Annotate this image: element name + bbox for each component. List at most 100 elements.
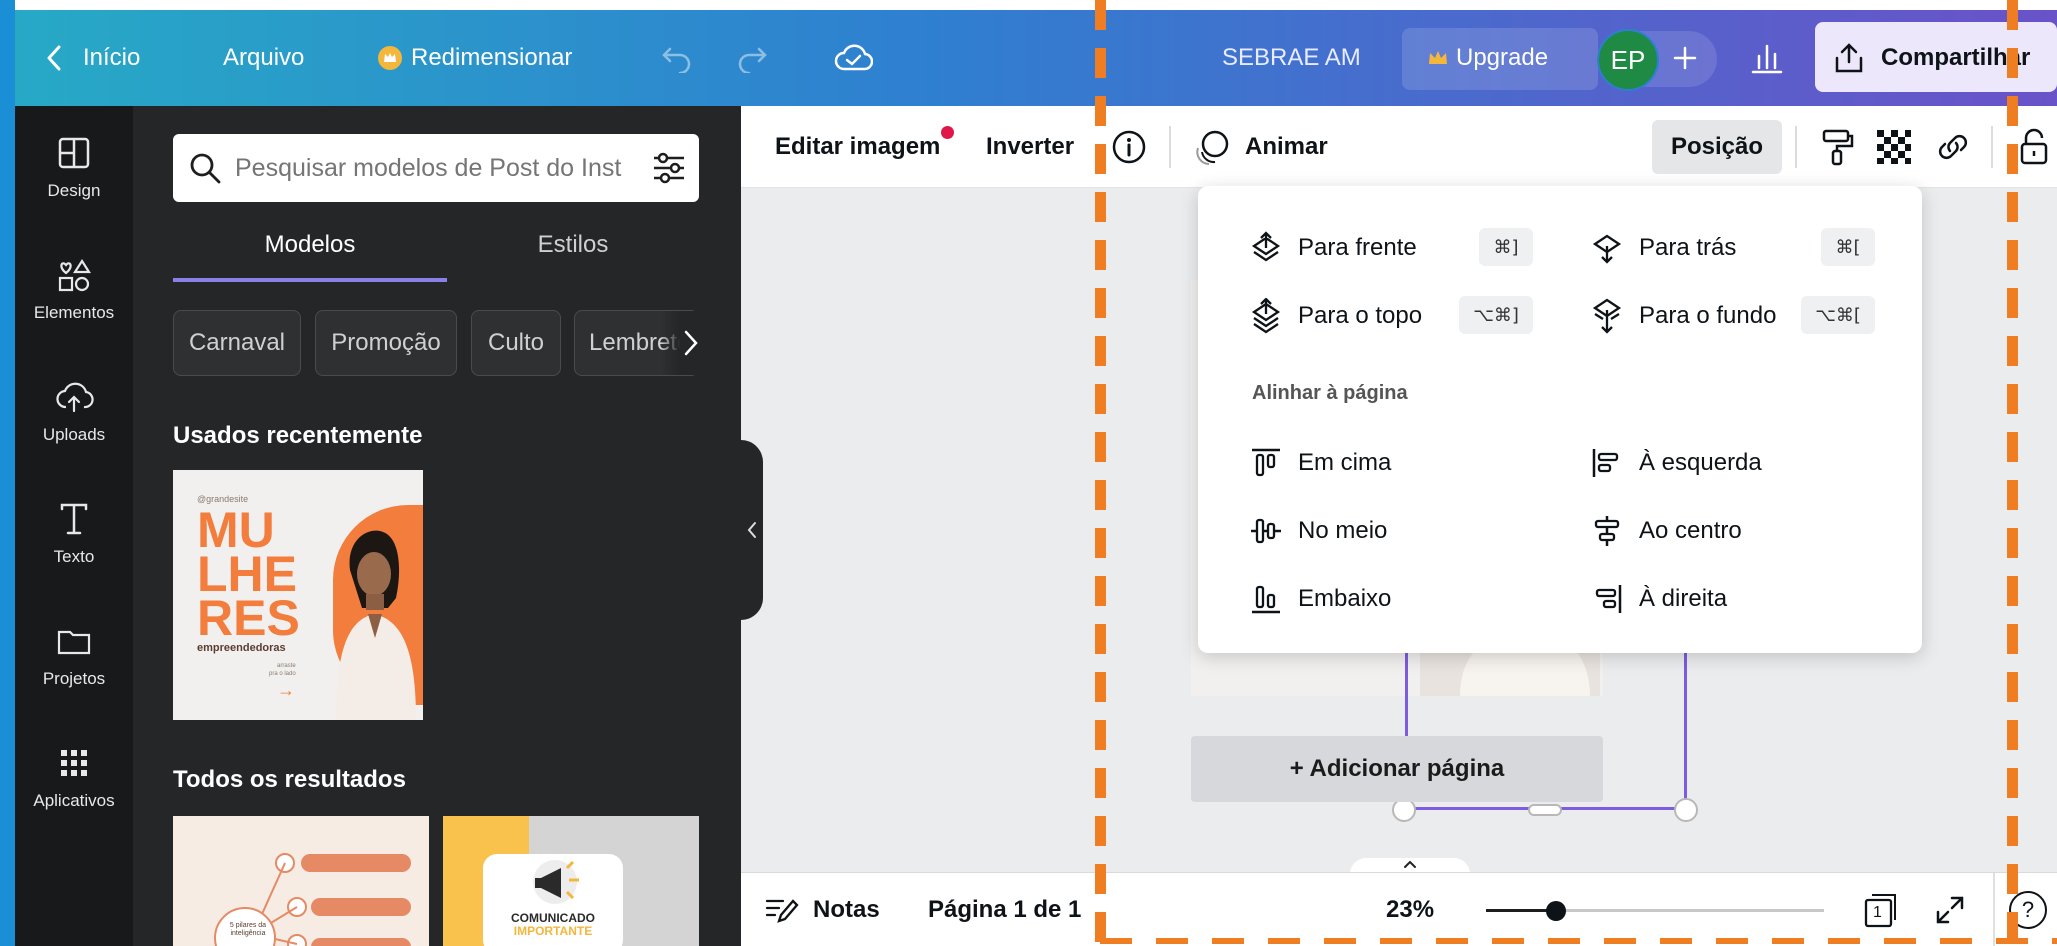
- notes-button[interactable]: Notas: [765, 873, 880, 946]
- align-left-item[interactable]: À esquerda: [1589, 441, 1762, 485]
- file-menu-label: Arquivo: [223, 44, 305, 71]
- menu-item-label: Para frente: [1298, 234, 1417, 261]
- team-name[interactable]: SEBRAE AM: [1222, 10, 1361, 106]
- recent-template-thumbnail[interactable]: @grandesite MU LHE RES empreendedoras ar…: [173, 470, 423, 720]
- tab-label: Estilos: [537, 231, 609, 258]
- help-label: ?: [2021, 897, 2035, 922]
- rail-item-uploads[interactable]: Uploads: [15, 350, 133, 472]
- tab-templates[interactable]: Modelos: [173, 220, 447, 270]
- rail-item-apps[interactable]: Aplicativos: [15, 716, 133, 838]
- chip-culto[interactable]: Culto: [471, 310, 561, 376]
- result-caption: COMUNICADO IMPORTANTE: [483, 912, 623, 938]
- add-page-label: + Adicionar página: [1289, 755, 1505, 782]
- template-headline: MU LHE RES: [197, 505, 300, 643]
- page-grid-button[interactable]: 1: [1863, 873, 1899, 946]
- align-right-item[interactable]: À direita: [1589, 577, 1727, 621]
- caption-line: IMPORTANTE: [513, 924, 593, 938]
- team-name-label: SEBRAE AM: [1222, 44, 1361, 71]
- zoom-value[interactable]: 23%: [1386, 873, 1434, 946]
- resize-handle[interactable]: [1674, 798, 1698, 822]
- avatar[interactable]: EP: [1597, 29, 1659, 91]
- resize-handle[interactable]: [1528, 804, 1562, 816]
- cloud-save-status[interactable]: [833, 10, 873, 106]
- folder-icon: [54, 621, 94, 661]
- small-line: pra o lado: [269, 671, 296, 677]
- chip-promocao[interactable]: Promoção: [315, 310, 457, 376]
- animate-button[interactable]: Animar: [1193, 106, 1328, 188]
- flip-button[interactable]: Inverter: [986, 106, 1074, 188]
- rail-label: Design: [47, 181, 101, 200]
- zoom-slider-thumb[interactable]: [1545, 901, 1566, 921]
- help-button[interactable]: ?: [2009, 891, 2047, 929]
- paint-roller-icon: [1819, 128, 1855, 166]
- avatar-initials: EP: [1610, 44, 1646, 75]
- result-template-thumbnail[interactable]: 5 pilares da inteligência: [173, 816, 429, 946]
- bring-forward-item[interactable]: Para frente: [1248, 226, 1417, 270]
- recent-section-title: Usados recentemente: [173, 422, 423, 449]
- edit-image-button[interactable]: Editar imagem: [775, 106, 940, 188]
- rail-item-design[interactable]: Design: [15, 106, 133, 228]
- insights-button[interactable]: [1750, 10, 1784, 106]
- link-button[interactable]: [1935, 106, 1971, 188]
- invite-button[interactable]: [1673, 10, 1697, 106]
- align-bottom-item[interactable]: Embaixo: [1248, 577, 1391, 621]
- tab-styles[interactable]: Estilos: [447, 220, 699, 270]
- redo-button[interactable]: [735, 10, 769, 106]
- animate-label: Animar: [1245, 133, 1328, 160]
- cloud-upload-icon: [54, 377, 94, 417]
- menu-item-label: À direita: [1639, 585, 1728, 612]
- search-box: [173, 134, 699, 202]
- copy-style-button[interactable]: [1819, 106, 1855, 188]
- menu-item-label: No meio: [1298, 517, 1388, 544]
- upgrade-button[interactable]: [1402, 28, 1598, 90]
- transparency-button[interactable]: [1877, 106, 1911, 188]
- rail-item-text[interactable]: Texto: [15, 472, 133, 594]
- share-button[interactable]: [1815, 22, 2057, 92]
- align-top-item[interactable]: Em cima: [1248, 441, 1391, 485]
- position-button[interactable]: Posição: [1652, 120, 1782, 174]
- bring-to-front-icon: [1248, 298, 1284, 334]
- animate-icon: [1193, 128, 1231, 166]
- resize-button[interactable]: Redimensionar: [377, 10, 572, 106]
- align-middle-icon: [1248, 513, 1284, 549]
- rail-item-projects[interactable]: Projetos: [15, 594, 133, 716]
- result-template-thumbnail[interactable]: COMUNICADO IMPORTANTE: [443, 816, 699, 946]
- chip-carnaval[interactable]: Carnaval: [173, 310, 301, 376]
- rail-label: Elementos: [33, 303, 115, 322]
- undo-icon: [660, 43, 694, 73]
- search-icon: [189, 152, 221, 184]
- lock-button[interactable]: [2019, 106, 2049, 188]
- apps-grid-icon: [54, 743, 94, 783]
- rail-item-elements[interactable]: Elementos: [15, 228, 133, 350]
- collapse-panel-handle[interactable]: [741, 440, 763, 620]
- small-line: arraste: [277, 663, 296, 669]
- fullscreen-button[interactable]: [1934, 873, 1966, 946]
- chip-label: Promoção: [331, 329, 441, 356]
- filter-sliders-icon[interactable]: [651, 150, 687, 186]
- align-center-item[interactable]: Ao centro: [1589, 509, 1742, 553]
- woman-photo: [328, 510, 418, 720]
- send-to-back-item[interactable]: Para o fundo: [1589, 294, 1776, 338]
- chip-label: Culto: [487, 329, 545, 356]
- template-small-text: arraste pra o lado: [269, 662, 296, 678]
- bring-to-front-item[interactable]: Para o topo: [1248, 294, 1422, 338]
- back-home-label: Início: [83, 44, 141, 71]
- chevron-left-icon: [747, 521, 757, 539]
- file-menu-button[interactable]: Arquivo: [223, 10, 304, 106]
- toolbar-divider: [1169, 126, 1171, 168]
- info-button[interactable]: [1111, 106, 1147, 188]
- page-indicator[interactable]: Página 1 de 1: [928, 873, 1081, 946]
- header-bar: Início Arquivo Redimensionar SEBRAE AM U…: [15, 10, 2057, 106]
- add-page-button[interactable]: + Adicionar página: [1191, 736, 1603, 802]
- chips-scroll-right-button[interactable]: [661, 311, 699, 375]
- back-home-button[interactable]: Início: [47, 10, 140, 106]
- chevron-left-icon: [47, 45, 61, 71]
- send-backward-item[interactable]: Para trás: [1589, 226, 1736, 270]
- undo-button[interactable]: [660, 10, 694, 106]
- align-middle-item[interactable]: No meio: [1248, 509, 1387, 553]
- side-rail: Design Elementos Uploads Texto Projetos …: [15, 106, 133, 946]
- search-input[interactable]: [235, 146, 635, 190]
- layout-icon: [54, 133, 94, 173]
- resize-label: Redimensionar: [411, 44, 573, 71]
- menu-item-label: Para o topo: [1298, 302, 1423, 329]
